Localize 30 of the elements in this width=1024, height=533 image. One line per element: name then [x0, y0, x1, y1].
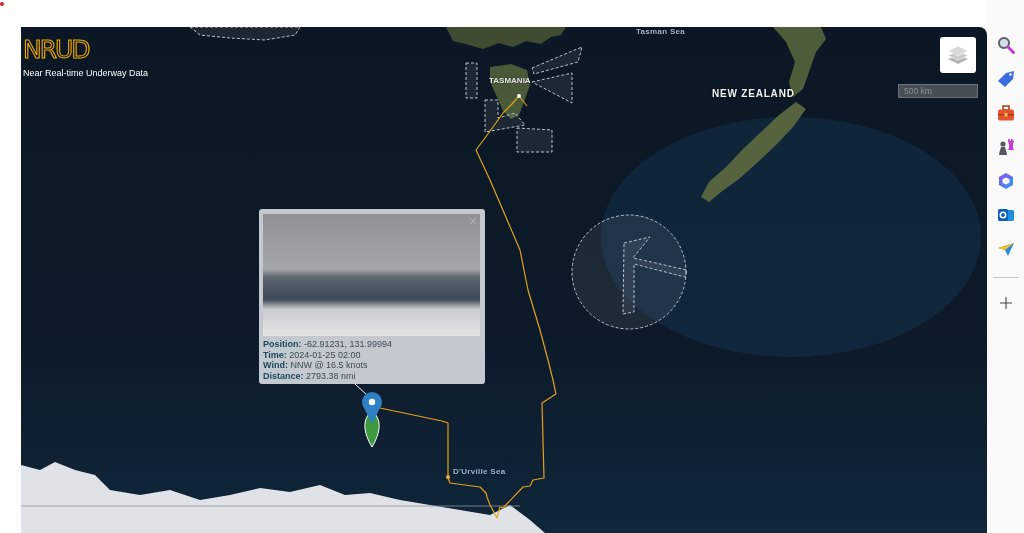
protected-area-outline: [531, 46, 583, 75]
protected-area-outline: [484, 99, 526, 133]
dot-icon: [0, 2, 4, 6]
add-icon[interactable]: [999, 297, 1012, 309]
mail-app-icon[interactable]: [996, 206, 1015, 224]
protected-area-outline: [531, 72, 573, 104]
map-label: NEW ZEALAND: [712, 89, 795, 99]
toolbox-icon[interactable]: [996, 104, 1015, 122]
leader-line: [354, 383, 369, 397]
info-line: Time: 2024-01-25 02:00: [263, 349, 362, 361]
layers-icon: [947, 45, 969, 65]
info-line: Position: -62.91231, 131.99994: [263, 339, 394, 350]
island-shape: [490, 64, 530, 119]
hexagon-ring-icon[interactable]: [996, 172, 1015, 190]
protected-area-outline: [516, 127, 553, 153]
info-line: Distance: 2793.38 nmi: [263, 371, 357, 382]
tag-icon[interactable]: [996, 70, 1015, 88]
map-label: Tasman Sea: [636, 27, 686, 37]
protected-area-outline: [465, 62, 478, 99]
map-label: TASMANIA: [489, 76, 531, 86]
app-subtitle: Near Real-time Underway Data: [23, 68, 149, 78]
map-label: D'Urville Sea: [453, 467, 506, 477]
scale-bar: 500 km: [898, 84, 978, 98]
chess-pieces-icon[interactable]: [996, 138, 1015, 156]
search-icon[interactable]: [996, 36, 1015, 54]
app-logo: NRUD: [23, 35, 89, 65]
location-dot-icon: [517, 94, 521, 98]
info-line: Wind: NNW @ 16.5 knots: [263, 360, 369, 372]
map-pin-icon[interactable]: [362, 392, 382, 424]
track-point-icon: [446, 475, 450, 479]
